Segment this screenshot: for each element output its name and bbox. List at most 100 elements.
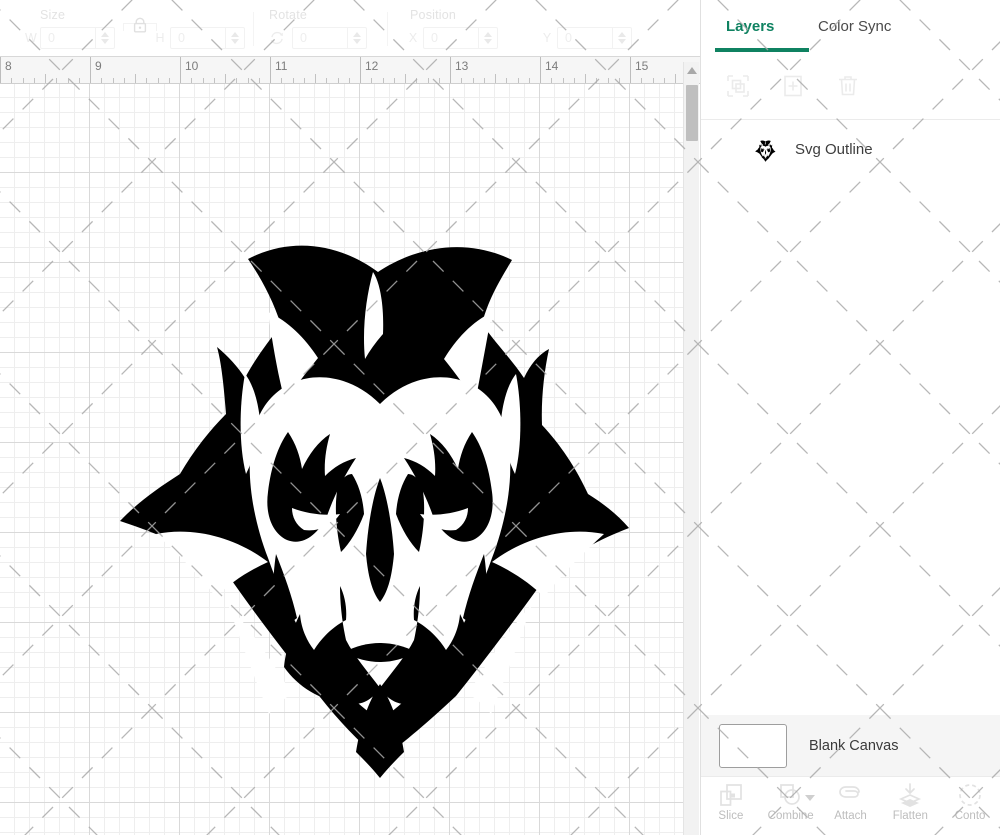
rotate-icon[interactable] (268, 29, 286, 47)
height-input[interactable] (171, 28, 225, 48)
height-spinner[interactable] (225, 28, 244, 48)
rotate-spinner[interactable] (347, 28, 366, 48)
ruler-subtick (483, 78, 485, 83)
add-layer-icon[interactable] (778, 71, 808, 101)
width-spinner[interactable] (95, 28, 114, 48)
horizontal-ruler[interactable]: 8 9 10 11 12 13 14 15 (0, 56, 700, 84)
ruler-inch-mark: 8 (0, 57, 12, 83)
spinner-down-icon[interactable] (353, 39, 361, 44)
ruler-subtick (562, 78, 564, 83)
size-width-control: W (25, 27, 115, 49)
canvas-row-label: Blank Canvas (809, 737, 899, 754)
ruler-subtick (495, 74, 496, 83)
spinner-up-icon[interactable] (618, 32, 626, 37)
height-field[interactable] (170, 27, 245, 49)
ruler-subtick (315, 74, 316, 83)
combine-icon (779, 784, 800, 805)
ruler-subtick (33, 78, 35, 83)
devil-head-icon (747, 132, 781, 166)
size-group: Size W H (0, 0, 260, 56)
ruler-subtick (78, 78, 80, 83)
ruler-inch-mark: 14 (540, 57, 558, 83)
ruler-subtick (123, 78, 125, 83)
ruler-subtick (528, 78, 530, 83)
attach-label: Attach (834, 810, 867, 822)
ruler-label: 9 (95, 59, 102, 73)
width-letter: W (25, 31, 37, 45)
ruler-subtick (67, 78, 69, 83)
ruler-inch-mark: 9 (90, 57, 102, 83)
ruler-subtick (168, 78, 170, 83)
position-y-spinner[interactable] (612, 28, 631, 48)
ruler-subtick (618, 78, 620, 83)
rotate-label: Rotate (269, 8, 308, 22)
lock-icon[interactable] (133, 17, 147, 33)
delete-layer-icon[interactable] (833, 71, 863, 101)
ruler-subtick (11, 78, 13, 83)
spinner-up-icon[interactable] (484, 32, 492, 37)
spinner-down-icon[interactable] (618, 39, 626, 44)
ruler-subtick (393, 78, 395, 83)
ruler-subtick (337, 78, 339, 83)
spinner-up-icon[interactable] (353, 32, 361, 37)
size-label: Size (40, 8, 66, 22)
list-item[interactable]: Svg Outline (701, 120, 1000, 178)
duplicate-selection-icon[interactable] (723, 71, 753, 101)
position-x-input[interactable] (424, 28, 478, 48)
ruler-subtick (45, 74, 46, 83)
ruler-subtick (506, 78, 508, 83)
ruler-subtick (371, 78, 373, 83)
ruler-subtick (427, 78, 429, 83)
tab-layers[interactable]: Layers (726, 18, 774, 35)
layer-list: Svg Outline (701, 120, 1000, 715)
flatten-label: Flatten (892, 810, 928, 822)
ruler-subtick (236, 78, 238, 83)
spinner-down-icon[interactable] (484, 39, 492, 44)
toolbar-divider (253, 12, 254, 46)
ruler-subtick (112, 78, 114, 83)
layer-tools-bar (701, 52, 1000, 120)
ruler-subtick (326, 78, 328, 83)
ruler-inch-mark: 13 (450, 57, 468, 83)
spinner-down-icon[interactable] (101, 39, 109, 44)
flatten-button[interactable]: Flatten (880, 777, 940, 835)
ruler-subtick (146, 78, 148, 83)
rotate-field[interactable] (292, 27, 367, 49)
spinner-up-icon[interactable] (101, 32, 109, 37)
rotate-input[interactable] (293, 28, 347, 48)
ruler-subtick (517, 78, 519, 83)
scrollbar-thumb[interactable] (686, 85, 698, 141)
ruler-subtick (247, 78, 249, 83)
height-letter: H (155, 31, 165, 45)
ruler-subtick (675, 74, 676, 83)
ruler-subtick (438, 78, 440, 83)
position-y-control: Y (542, 27, 632, 49)
slice-label: Slice (718, 810, 744, 822)
caret-up-icon[interactable] (687, 67, 697, 74)
width-field[interactable] (40, 27, 115, 49)
tab-color-sync[interactable]: Color Sync (818, 18, 891, 35)
canvas-color-swatch[interactable] (719, 723, 787, 768)
slice-button[interactable]: Slice (701, 777, 761, 835)
ruler-label: 8 (5, 59, 12, 73)
spinner-up-icon[interactable] (231, 32, 239, 37)
ruler-subtick (303, 78, 305, 83)
position-x-spinner[interactable] (478, 28, 497, 48)
blank-canvas-row[interactable]: Blank Canvas (701, 715, 1000, 776)
ruler-subtick (573, 78, 575, 83)
position-y-input[interactable] (558, 28, 612, 48)
position-y-field[interactable] (557, 27, 632, 49)
canvas-vertical-scrollbar[interactable] (683, 62, 699, 835)
design-canvas[interactable] (0, 84, 683, 835)
chevron-down-icon[interactable] (804, 795, 815, 801)
combine-button[interactable]: Combine (761, 777, 821, 835)
devil-head-silhouette[interactable] (0, 84, 683, 835)
ruler-subtick (551, 78, 553, 83)
position-label: Position (410, 8, 457, 22)
spinner-down-icon[interactable] (231, 39, 239, 44)
contour-button[interactable]: Conto (940, 777, 1000, 835)
attach-button[interactable]: Attach (821, 777, 881, 835)
ruler-label: 15 (635, 59, 649, 73)
position-x-field[interactable] (423, 27, 498, 49)
width-input[interactable] (41, 28, 95, 48)
